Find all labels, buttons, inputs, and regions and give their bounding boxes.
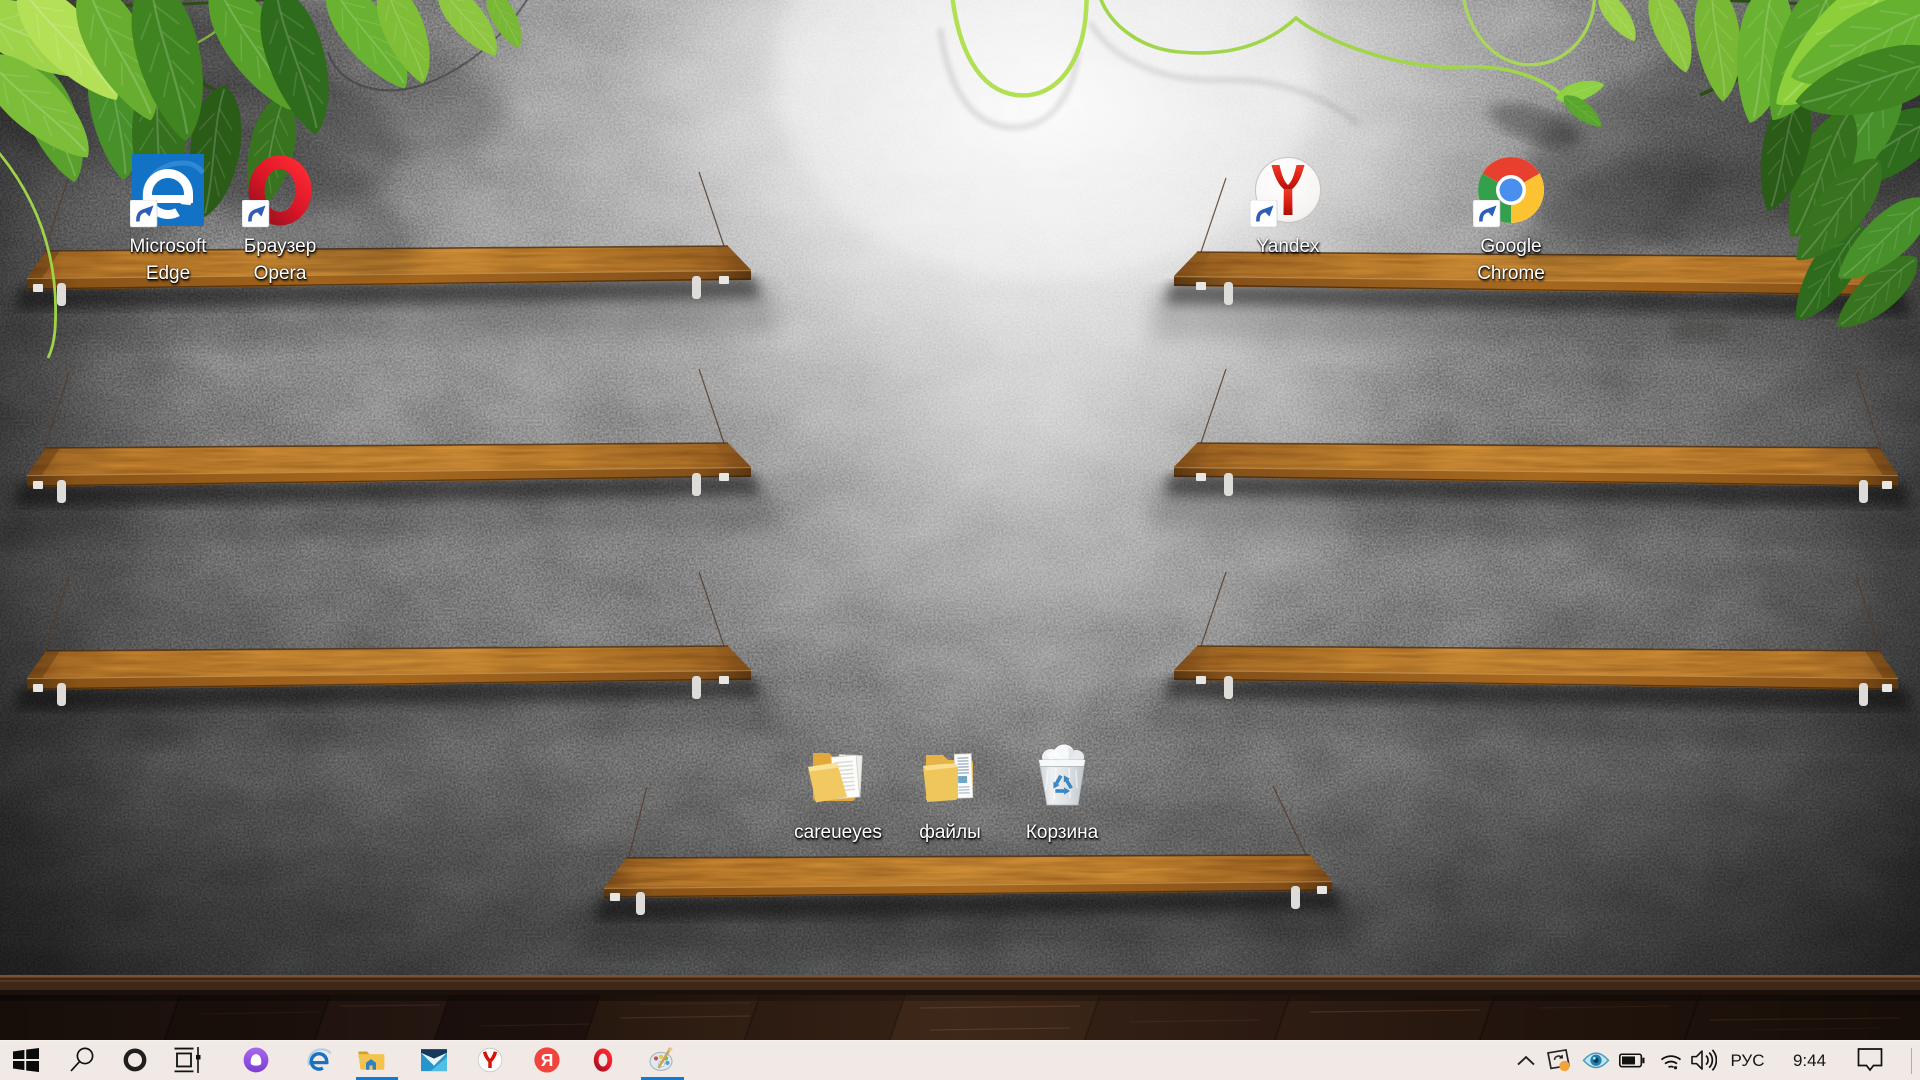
svg-text:R: R xyxy=(540,1050,553,1070)
